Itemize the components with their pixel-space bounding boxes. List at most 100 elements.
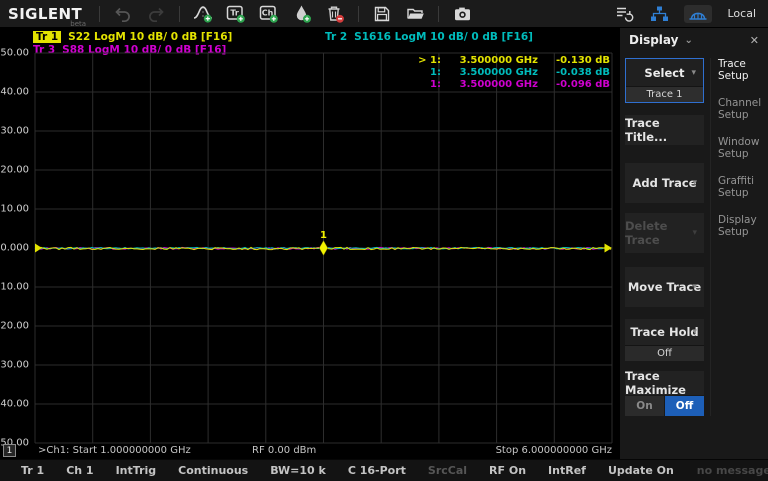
delete-icon[interactable] bbox=[325, 4, 345, 24]
y-axis-tick-label: 0.000 bbox=[0, 243, 29, 254]
y-axis-tick-label: 10.00 bbox=[0, 204, 29, 215]
trace-title-label: Trace Title... bbox=[625, 116, 704, 144]
y-axis-tick-label: 20.00 bbox=[0, 165, 29, 176]
y-axis-tick-label: 50.00 bbox=[0, 48, 29, 59]
marker1-id: > 1: bbox=[418, 55, 441, 66]
toolbar-separator bbox=[358, 6, 359, 22]
select-trace-button[interactable]: Select bbox=[626, 59, 703, 86]
trace-hold-label: Trace Hold bbox=[630, 325, 698, 339]
channel-info-bar: 1 >Ch1: Start 1.000000000 GHz RF 0.00 dB… bbox=[0, 444, 620, 458]
dropdown-chevron-icon bbox=[692, 178, 697, 188]
window-number-badge: 1 bbox=[3, 444, 16, 457]
maximize-on-button[interactable]: On bbox=[625, 396, 664, 416]
status-update[interactable]: Update On bbox=[597, 464, 685, 477]
y-axis-labels: 50.0040.0030.0020.0010.000.000-10.00-20.… bbox=[0, 53, 31, 443]
marker-1-diamond[interactable] bbox=[319, 241, 328, 256]
close-icon[interactable] bbox=[750, 34, 759, 47]
selected-trace-value[interactable]: Trace 1 bbox=[626, 86, 703, 102]
marker-1-label: 1 bbox=[320, 230, 327, 241]
brand-logo: SIGLENT beta bbox=[8, 4, 82, 23]
sweep-stop-label: Stop 6.000000000 GHz bbox=[496, 445, 612, 456]
status-bar: Tr 1 Ch 1 IntTrig Continuous BW=10 k C 1… bbox=[0, 460, 768, 481]
status-srccal: SrcCal bbox=[417, 464, 478, 477]
marker3-frequency: 3.500000 GHz bbox=[448, 79, 538, 90]
panel-title[interactable]: Display bbox=[629, 33, 678, 47]
add-graffiti-icon[interactable] bbox=[292, 4, 312, 24]
marker1-frequency: 3.500000 GHz bbox=[448, 55, 538, 66]
vna-application: SIGLENT beta Tr Ch bbox=[0, 0, 768, 481]
panel-body: Select Trace 1 Trace Title... Add Trace … bbox=[620, 52, 768, 416]
plot-area[interactable]: 1 bbox=[35, 53, 612, 443]
svg-text:Tr: Tr bbox=[230, 8, 239, 17]
dropdown-chevron-icon bbox=[692, 282, 697, 292]
add-trace-icon[interactable]: Tr bbox=[226, 4, 246, 24]
tab-display-setup[interactable]: Display Setup bbox=[718, 214, 768, 238]
move-trace-button[interactable]: Move Trace bbox=[625, 267, 704, 307]
sweep-restart-icon[interactable] bbox=[614, 4, 634, 24]
save-icon[interactable] bbox=[372, 4, 392, 24]
add-trace-button[interactable]: Add Trace bbox=[625, 163, 704, 203]
display-menu-panel: Display Select Trace 1 Trace Title... Ad… bbox=[620, 28, 768, 459]
chevron-down-icon[interactable] bbox=[684, 35, 692, 46]
trace-maximize-toggle: On Off bbox=[625, 396, 704, 416]
y-axis-tick-label: -10.00 bbox=[0, 282, 29, 293]
status-cal[interactable]: C 16-Port bbox=[337, 464, 417, 477]
marker-readout-trace3: 1: 3.500000 GHz -0.096 dB bbox=[418, 79, 610, 90]
trace-maximize-label: Trace Maximize bbox=[625, 371, 704, 395]
toolbar-separator bbox=[179, 6, 180, 22]
marker-readout-block: > 1: 3.500000 GHz -0.130 dB 1: 3.500000 … bbox=[418, 55, 610, 90]
top-toolbar: SIGLENT beta Tr Ch bbox=[0, 0, 768, 28]
sweep-start-label: >Ch1: Start 1.000000000 GHz bbox=[38, 445, 191, 456]
status-sweep-mode[interactable]: Continuous bbox=[167, 464, 259, 477]
status-active-trace[interactable]: Tr 1 bbox=[10, 464, 55, 477]
dropdown-chevron-icon bbox=[692, 327, 697, 337]
y-axis-tick-label: 30.00 bbox=[0, 126, 29, 137]
trace2-desc: S1616 LogM 10 dB/ 0 dB [F16] bbox=[354, 31, 533, 43]
redo-icon[interactable] bbox=[146, 4, 166, 24]
status-reference[interactable]: IntRef bbox=[537, 464, 597, 477]
dropdown-chevron-icon bbox=[691, 68, 696, 78]
add-channel-icon[interactable]: Ch bbox=[259, 4, 279, 24]
y-axis-tick-label: -20.00 bbox=[0, 321, 29, 332]
trace-window: Tr 1 S22 LogM 10 dB/ 0 dB [F16] Tr 2 S16… bbox=[0, 28, 620, 459]
trace-select-group[interactable]: Select Trace 1 bbox=[625, 58, 704, 103]
trace1-legend[interactable]: Tr 1 S22 LogM 10 dB/ 0 dB [F16] bbox=[33, 31, 232, 43]
tab-graffiti-setup[interactable]: Graffiti Setup bbox=[718, 175, 768, 199]
topology-bridge-icon[interactable] bbox=[684, 5, 712, 23]
tab-window-setup[interactable]: Window Setup bbox=[718, 136, 768, 160]
trace2-legend[interactable]: Tr 2 S1616 LogM 10 dB/ 0 dB [F16] bbox=[325, 31, 533, 43]
status-active-channel[interactable]: Ch 1 bbox=[55, 464, 104, 477]
trace-title-button[interactable]: Trace Title... bbox=[625, 115, 704, 145]
y-axis-tick-label: 40.00 bbox=[0, 87, 29, 98]
marker-readout-trace2: 1: 3.500000 GHz -0.038 dB bbox=[418, 67, 610, 78]
status-rf[interactable]: RF On bbox=[478, 464, 537, 477]
trace1-chip[interactable]: Tr 1 bbox=[33, 31, 61, 43]
trace1-desc: S22 LogM 10 dB/ 0 dB [F16] bbox=[68, 31, 232, 43]
marker2-id: 1: bbox=[419, 67, 441, 78]
marker1-value: -0.130 dB bbox=[550, 55, 610, 66]
marker-readout-trace1: > 1: 3.500000 GHz -0.130 dB bbox=[418, 55, 610, 66]
open-folder-icon[interactable] bbox=[405, 4, 425, 24]
reference-level-indicator bbox=[35, 244, 42, 253]
network-lan-icon[interactable] bbox=[649, 4, 669, 24]
marker3-value: -0.096 dB bbox=[550, 79, 610, 90]
panel-buttons-column: Select Trace 1 Trace Title... Add Trace … bbox=[625, 58, 704, 416]
add-marker-trace-icon[interactable] bbox=[193, 4, 213, 24]
control-mode-label[interactable]: Local bbox=[727, 7, 756, 20]
trace2-chip[interactable]: Tr 2 bbox=[325, 31, 347, 43]
marker2-frequency: 3.500000 GHz bbox=[448, 67, 538, 78]
toolbar-right-group: Local bbox=[614, 4, 760, 24]
status-message: no messages bbox=[685, 464, 768, 477]
trace-hold-button[interactable]: Trace Hold bbox=[625, 319, 704, 345]
tab-channel-setup[interactable]: Channel Setup bbox=[718, 97, 768, 121]
brand-beta: beta bbox=[70, 20, 86, 28]
maximize-off-button[interactable]: Off bbox=[665, 396, 704, 416]
rf-power-label: RF 0.00 dBm bbox=[252, 445, 316, 456]
screenshot-camera-icon[interactable] bbox=[452, 4, 472, 24]
undo-icon[interactable] bbox=[113, 4, 133, 24]
status-trigger[interactable]: IntTrig bbox=[105, 464, 168, 477]
toolbar-separator bbox=[438, 6, 439, 22]
status-if-bandwidth[interactable]: BW=10 k bbox=[259, 464, 337, 477]
tab-trace-setup[interactable]: Trace Setup bbox=[718, 58, 768, 82]
panel-header: Display bbox=[620, 28, 768, 52]
